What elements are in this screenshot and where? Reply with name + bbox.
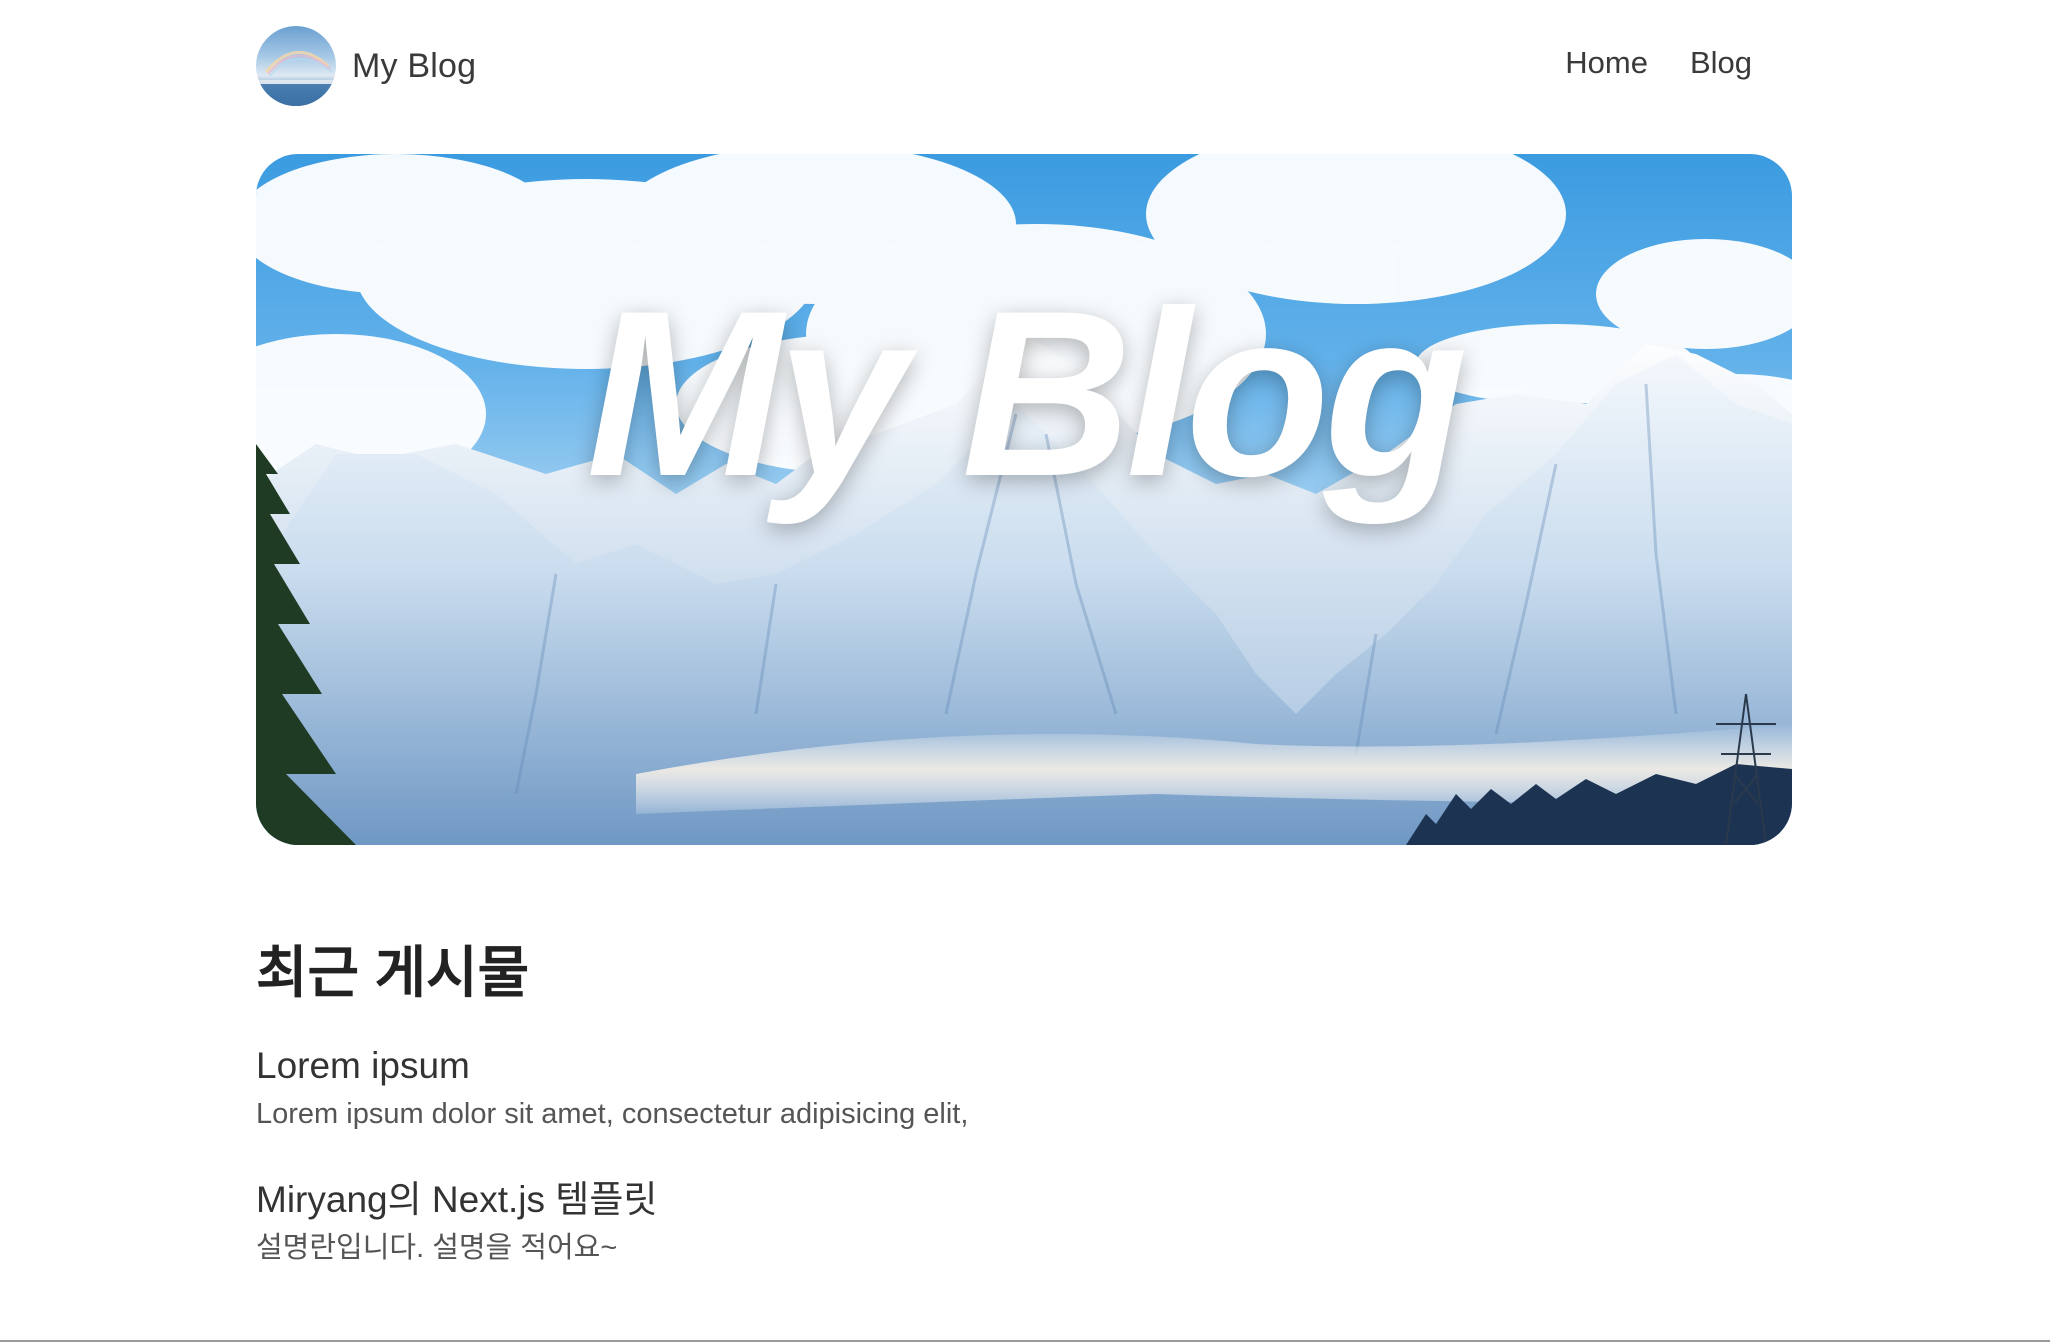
post-description: Lorem ipsum dolor sit amet, consectetur … <box>256 1098 969 1130</box>
post-description: 설명란입니다. 설명을 적어요~ <box>256 1232 618 1264</box>
site-header: My Blog Home Blog <box>256 25 1792 107</box>
post-title: Lorem ipsum <box>256 1045 470 1086</box>
brand-link[interactable]: My Blog <box>256 25 476 107</box>
post-item[interactable]: Miryang의 Next.js 템플릿 설명란입니다. 설명을 적어요~ <box>256 1176 1792 1268</box>
avatar <box>256 26 336 106</box>
page: My Blog Home Blog My Blog 최근 게시물 Lorem i… <box>0 0 2050 1342</box>
post-item[interactable]: Lorem ipsum Lorem ipsum dolor sit amet, … <box>256 1042 1792 1134</box>
hero-title: My Blog <box>586 262 1468 526</box>
recent-posts-heading: 최근 게시물 <box>256 941 530 1004</box>
post-list: Lorem ipsum Lorem ipsum dolor sit amet, … <box>256 1042 1792 1310</box>
hero-banner: My Blog <box>256 154 1792 845</box>
nav-home-link[interactable]: Home <box>1565 45 1648 81</box>
nav-blog-link[interactable]: Blog <box>1690 45 1752 81</box>
post-title: Miryang의 Next.js 템플릿 <box>256 1179 658 1220</box>
brand-name: My Blog <box>352 46 477 85</box>
rainbow-lake-icon <box>256 51 336 106</box>
main-nav: Home Blog <box>1565 45 1752 81</box>
